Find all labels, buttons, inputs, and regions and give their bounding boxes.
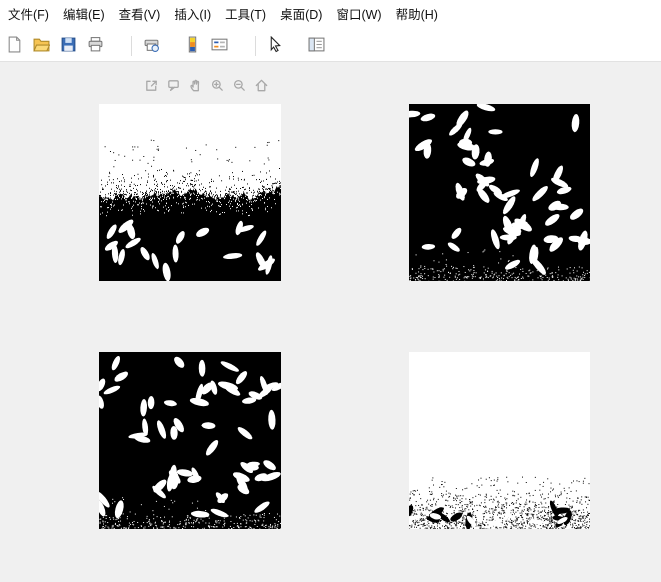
- print-preview-button[interactable]: [139, 34, 163, 58]
- subplot-image-top-left: [99, 104, 281, 281]
- toolbar-separator: [131, 35, 132, 56]
- property-inspector-icon: [308, 36, 325, 56]
- menu-window[interactable]: 窗口(W): [329, 0, 388, 30]
- open-file-button[interactable]: [29, 34, 53, 58]
- axes-toolbar: [140, 77, 272, 97]
- print-figure-icon: [87, 36, 104, 56]
- menu-view[interactable]: 查看(V): [112, 0, 168, 30]
- zoom-out-button[interactable]: [228, 77, 250, 97]
- pan-hand-icon: [188, 78, 203, 96]
- insert-legend-icon: [211, 36, 228, 56]
- print-figure-button[interactable]: [83, 34, 107, 58]
- menu-file[interactable]: 文件(F): [1, 0, 56, 30]
- restore-view-home-icon: [254, 78, 269, 96]
- subplot-image-bottom-left: [99, 352, 281, 529]
- data-tips-button[interactable]: [162, 77, 184, 97]
- edit-plot-cursor-icon: [267, 35, 284, 56]
- insert-colorbar-icon: [184, 36, 201, 56]
- open-file-icon: [32, 36, 50, 56]
- menu-help[interactable]: 帮助(H): [389, 0, 445, 30]
- toolbar-separator: [255, 35, 256, 56]
- figure-toolbar: [0, 30, 661, 62]
- property-inspector-button[interactable]: [304, 34, 328, 58]
- matlab-figure-window: 文件(F) 编辑(E) 查看(V) 插入(I) 工具(T) 桌面(D) 窗口(W…: [0, 0, 661, 582]
- figure-canvas-area: [0, 62, 661, 582]
- restore-view-button[interactable]: [250, 77, 272, 97]
- print-preview-icon: [143, 36, 160, 56]
- pan-button[interactable]: [184, 77, 206, 97]
- export-button[interactable]: [140, 77, 162, 97]
- new-figure-button[interactable]: [2, 34, 26, 58]
- menu-tools[interactable]: 工具(T): [218, 0, 273, 30]
- zoom-out-icon: [232, 78, 247, 96]
- new-figure-icon: [6, 36, 23, 56]
- zoom-in-button[interactable]: [206, 77, 228, 97]
- menu-bar: 文件(F) 编辑(E) 查看(V) 插入(I) 工具(T) 桌面(D) 窗口(W…: [0, 0, 661, 30]
- insert-legend-button[interactable]: [207, 34, 231, 58]
- subplot-image-bottom-right: [409, 352, 590, 529]
- insert-colorbar-button[interactable]: [180, 34, 204, 58]
- export-icon: [144, 78, 159, 96]
- menu-insert[interactable]: 插入(I): [167, 0, 218, 30]
- data-tips-icon: [166, 78, 181, 96]
- save-figure-icon: [60, 36, 77, 56]
- menu-desktop[interactable]: 桌面(D): [273, 0, 329, 30]
- save-figure-button[interactable]: [56, 34, 80, 58]
- menu-edit[interactable]: 编辑(E): [56, 0, 112, 30]
- subplot-image-top-right: [409, 104, 590, 281]
- edit-plot-button[interactable]: [263, 34, 287, 58]
- zoom-in-icon: [210, 78, 225, 96]
